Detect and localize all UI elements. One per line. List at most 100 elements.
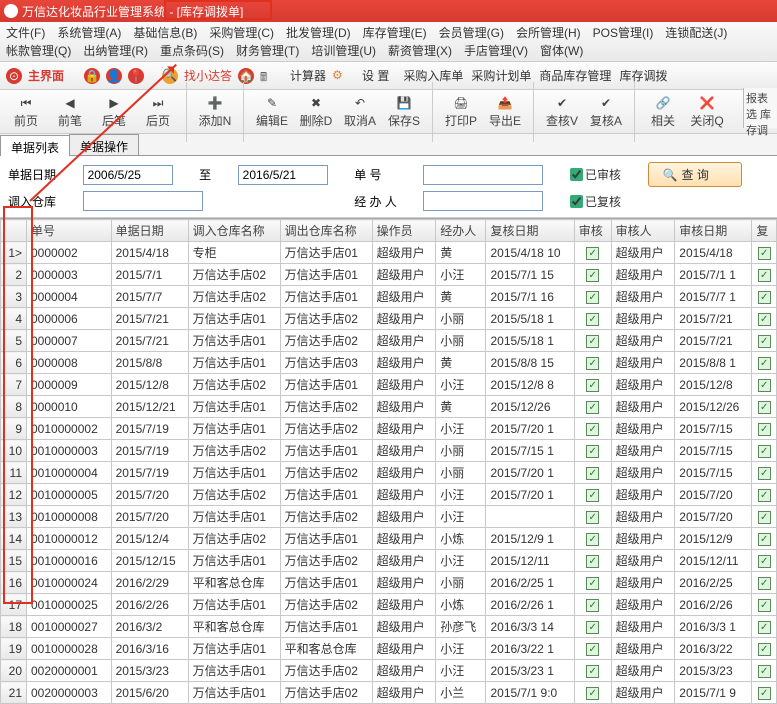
menu-item[interactable]: 会员管理(G) [439, 24, 504, 42]
table-row[interactable]: 300000042015/7/7万信达手店02万信达手店01超级用户黄2015/… [1, 286, 777, 308]
table-row[interactable]: 500000072015/7/21万信达手店01万信达手店02超级用户小丽201… [1, 330, 777, 352]
action-查核V[interactable]: ✔查核V [542, 94, 582, 129]
table-row[interactable]: 400000062015/7/21万信达手店01万信达手店02超级用户小丽201… [1, 308, 777, 330]
warehouse-input[interactable] [83, 191, 203, 211]
col-header[interactable]: 调出仓库名称 [280, 220, 372, 242]
table-row[interactable]: 1>00000022015/4/18专柜万信达手店01超级用户黄2015/4/1… [1, 242, 777, 264]
col-header[interactable]: 审核日期 [675, 220, 752, 242]
row-number: 13 [1, 506, 27, 528]
col-header[interactable]: 经办人 [436, 220, 486, 242]
toolbar-link[interactable]: 商品库存管理 [539, 69, 611, 83]
calc-button[interactable]: 计算器 [290, 67, 326, 84]
action-关闭Q[interactable]: ❌关闭Q [687, 94, 727, 129]
menu-item[interactable]: 库存管理(E) [363, 24, 427, 42]
col-header[interactable]: 调入仓库名称 [188, 220, 280, 242]
col-header[interactable]: 复核日期 [486, 220, 574, 242]
home2-icon[interactable]: 🏠 [238, 68, 254, 84]
table-row[interactable]: 1600100000242016/2/29平和客总仓库万信达手店01超级用户小丽… [1, 572, 777, 594]
menu-item[interactable]: 基础信息(B) [133, 24, 197, 42]
action-保存S[interactable]: 💾保存S [384, 94, 424, 129]
action-后笔[interactable]: ▶后笔 [94, 94, 134, 129]
menu-item[interactable]: 采购管理(C) [209, 24, 274, 42]
data-grid[interactable]: 单号单据日期调入仓库名称调出仓库名称操作员经办人复核日期审核审核人审核日期复1>… [0, 218, 777, 704]
table-row[interactable]: 1500100000162015/12/15万信达手店01万信达手店02超级用户… [1, 550, 777, 572]
checked-audit[interactable]: 已审核 [570, 166, 640, 183]
action-后页[interactable]: ⏭后页 [138, 94, 178, 129]
table-row[interactable]: 1400100000122015/12/4万信达手店02万信达手店01超级用户小… [1, 528, 777, 550]
action-相关[interactable]: 🔗相关 [643, 94, 683, 129]
checked-review[interactable]: 已复核 [570, 193, 640, 210]
menu-item[interactable]: 窗体(W) [540, 42, 583, 60]
table-row[interactable]: 1800100000272016/3/2平和客总仓库万信达手店01超级用户孙彦飞… [1, 616, 777, 638]
menu-item[interactable]: 系统管理(A) [57, 24, 121, 42]
find-da-button[interactable]: 找小达答 [184, 67, 232, 84]
action-打印P[interactable]: 🖨打印P [441, 94, 481, 129]
cell: 万信达手店01 [188, 330, 280, 352]
action-添加N[interactable]: ➕添加N [195, 94, 235, 129]
action-删除D[interactable]: ✖删除D [296, 94, 336, 129]
check-cell: ✓ [574, 484, 611, 506]
table-row[interactable]: 1300100000082015/7/20万信达手店01万信达手店02超级用户小… [1, 506, 777, 528]
action-前页[interactable]: ⏮前页 [6, 94, 46, 129]
col-header[interactable]: 单据日期 [111, 220, 188, 242]
table-row[interactable]: 600000082015/8/8万信达手店01万信达手店03超级用户黄2015/… [1, 352, 777, 374]
tab-operate[interactable]: 单据操作 [69, 134, 139, 155]
pin-icon[interactable]: 📍 [128, 68, 144, 84]
col-header[interactable]: 审核 [574, 220, 611, 242]
table-row[interactable]: 2100200000032015/6/20万信达手店01万信达手店02超级用户小… [1, 682, 777, 704]
date-from-input[interactable] [83, 165, 173, 185]
table-row[interactable]: 900100000022015/7/19万信达手店01万信达手店02超级用户小汪… [1, 418, 777, 440]
lock-icon[interactable]: 🔒 [84, 68, 100, 84]
menu-item[interactable]: 帐款管理(Q) [6, 42, 71, 60]
search-icon[interactable]: 🔍 [162, 68, 178, 84]
table-row[interactable]: 200000032015/7/1万信达手店02万信达手店01超级用户小汪2015… [1, 264, 777, 286]
action-icon: ↶ [351, 94, 369, 112]
toolbar-link[interactable]: 库存调拨 [619, 69, 667, 83]
action-导出E[interactable]: 📤导出E [485, 94, 525, 129]
menu-item[interactable]: 薪资管理(X) [388, 42, 452, 60]
table-row[interactable]: 1900100000282016/3/16万信达手店01平和客总仓库超级用户小汪… [1, 638, 777, 660]
table-row[interactable]: 1100100000042015/7/19万信达手店01万信达手店02超级用户小… [1, 462, 777, 484]
table-row[interactable]: 700000092015/12/8万信达手店02万信达手店01超级用户小汪201… [1, 374, 777, 396]
menu-item[interactable]: 重点条码(S) [160, 42, 224, 60]
main-screen-button[interactable]: 主界面 [28, 67, 64, 84]
menu-item[interactable]: 会所管理(H) [516, 24, 581, 42]
menu-item[interactable]: 文件(F) [6, 24, 45, 42]
toolbar-link[interactable]: 采购计划单 [471, 69, 531, 83]
toolbar-link[interactable]: 采购入库单 [403, 69, 463, 83]
tab-list[interactable]: 单据列表 [0, 135, 70, 156]
home-icon[interactable]: ⊙ [6, 68, 22, 84]
side-panel[interactable]: 报表选 库存调 [743, 88, 777, 128]
query-button[interactable]: 🔍查 询 [648, 162, 743, 187]
menu-item[interactable]: 连锁配送(J) [665, 24, 727, 42]
menu-item[interactable]: 出纳管理(R) [83, 42, 148, 60]
cell: 小丽 [436, 462, 486, 484]
cell: 小汪 [436, 638, 486, 660]
menu-item[interactable]: 财务管理(T) [236, 42, 299, 60]
action-编辑E[interactable]: ✎编辑E [252, 94, 292, 129]
date-to-input[interactable] [238, 165, 328, 185]
menu-item[interactable]: 手店管理(V) [464, 42, 528, 60]
handler-input[interactable] [423, 191, 543, 211]
user-icon[interactable]: 👤 [106, 68, 122, 84]
cell: 超级用户 [372, 374, 436, 396]
settings-button[interactable]: 设 置 [362, 67, 389, 84]
col-header[interactable]: 单号 [27, 220, 112, 242]
menu-item[interactable]: POS管理(I) [593, 24, 654, 42]
table-row[interactable]: 1000100000032015/7/19万信达手店02万信达手店01超级用户小… [1, 440, 777, 462]
action-取消A[interactable]: ↶取消A [340, 94, 380, 129]
action-前笔[interactable]: ◀前笔 [50, 94, 90, 129]
cell: 2015/4/18 10 [486, 242, 574, 264]
action-复核A[interactable]: ✔复核A [586, 94, 626, 129]
table-row[interactable]: 1200100000052015/7/20万信达手店02万信达手店01超级用户小… [1, 484, 777, 506]
col-header[interactable] [1, 220, 27, 242]
table-row[interactable]: 2000200000012015/3/23万信达手店01万信达手店02超级用户小… [1, 660, 777, 682]
menu-item[interactable]: 批发管理(D) [286, 24, 351, 42]
col-header[interactable]: 复 [752, 220, 777, 242]
col-header[interactable]: 操作员 [372, 220, 436, 242]
table-row[interactable]: 1700100000252016/2/26万信达手店01万信达手店02超级用户小… [1, 594, 777, 616]
menu-item[interactable]: 培训管理(U) [311, 42, 376, 60]
table-row[interactable]: 800000102015/12/21万信达手店01万信达手店02超级用户黄201… [1, 396, 777, 418]
code-input[interactable] [423, 165, 543, 185]
col-header[interactable]: 审核人 [611, 220, 675, 242]
